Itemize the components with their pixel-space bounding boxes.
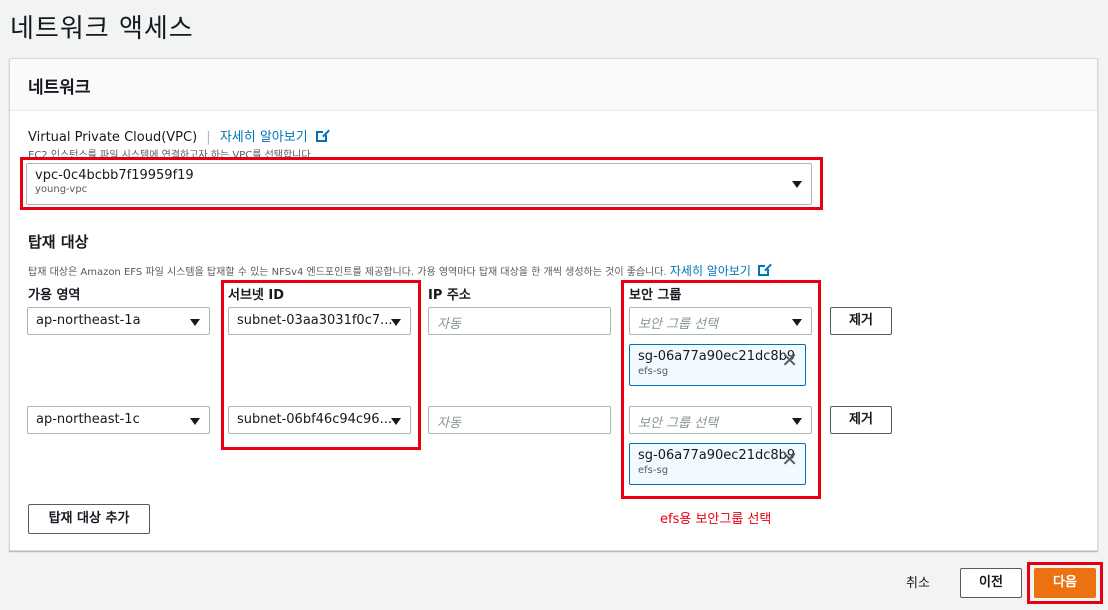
col-header-ip: IP 주소 xyxy=(428,288,471,303)
remove-button[interactable]: 제거 xyxy=(830,406,892,434)
page-title: 네트워크 액세스 xyxy=(10,14,194,44)
mount-desc-text: 탑재 대상은 Amazon EFS 파일 시스템을 탑재할 수 있는 NFSv4… xyxy=(28,267,667,278)
highlight-vpc xyxy=(20,157,823,210)
highlight-subnet xyxy=(221,280,421,450)
vpc-label: Virtual Private Cloud(VPC) xyxy=(28,130,198,145)
mount-targets-description: 탑재 대상은 Amazon EFS 파일 시스템을 탑재할 수 있는 NFSv4… xyxy=(28,262,771,279)
add-mount-target-button[interactable]: 탑재 대상 추가 xyxy=(28,504,150,534)
separator: | xyxy=(206,130,211,145)
highlight-security-group xyxy=(621,280,821,499)
ip-address-input[interactable]: 자동 xyxy=(428,307,611,335)
ip-address-input[interactable]: 자동 xyxy=(428,406,611,434)
az-select[interactable]: ap-northeast-1c xyxy=(27,406,210,434)
az-select-value: ap-northeast-1a xyxy=(36,313,141,328)
previous-button[interactable]: 이전 xyxy=(960,568,1022,598)
mount-learn-more-link[interactable]: 자세히 알아보기 xyxy=(670,264,751,278)
network-panel: 네트워크 Virtual Private Cloud(VPC) | 자세히 알아… xyxy=(9,58,1098,551)
cancel-button[interactable]: 취소 xyxy=(906,572,930,591)
highlight-next xyxy=(1027,562,1103,604)
caret-down-icon xyxy=(190,319,200,326)
caret-down-icon xyxy=(190,418,200,425)
vpc-learn-more-link[interactable]: 자세히 알아보기 xyxy=(220,130,308,145)
external-link-icon xyxy=(315,130,328,142)
panel-header: 네트워크 xyxy=(10,59,1097,111)
az-select[interactable]: ap-northeast-1a xyxy=(27,307,210,335)
external-link-icon xyxy=(758,264,771,276)
remove-button[interactable]: 제거 xyxy=(830,307,892,335)
annotation-note: efs용 보안그룹 선택 xyxy=(660,512,772,527)
col-header-az: 가용 영역 xyxy=(28,288,81,303)
ip-address-placeholder: 자동 xyxy=(437,317,461,332)
vpc-label-row: Virtual Private Cloud(VPC) | 자세히 알아보기 xyxy=(28,126,328,145)
mount-targets-title: 탑재 대상 xyxy=(28,233,89,251)
az-select-value: ap-northeast-1c xyxy=(36,412,140,427)
ip-address-placeholder: 자동 xyxy=(437,416,461,431)
